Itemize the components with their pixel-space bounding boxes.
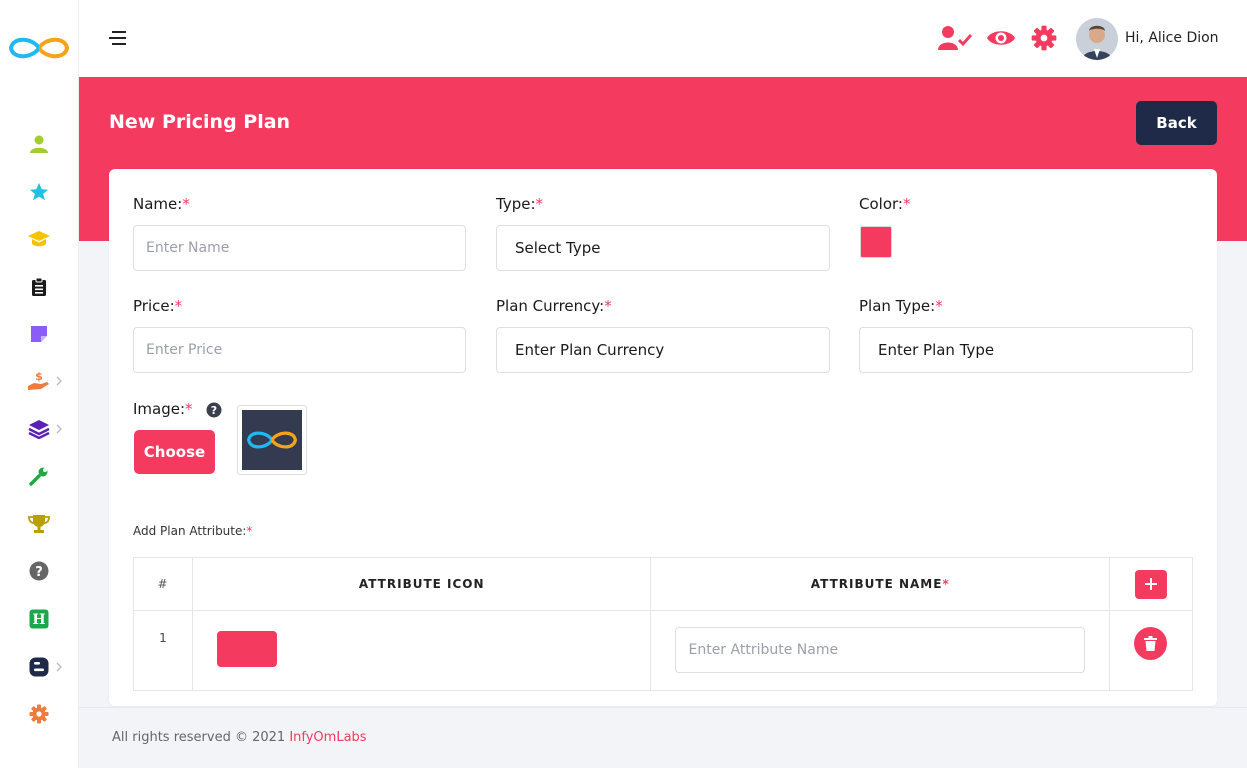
user-icon (30, 135, 48, 153)
choose-image-button[interactable]: Choose (134, 430, 215, 474)
plan-attributes-table: # ATTRIBUTE ICON ATTRIBUTE NAME* 1 (133, 557, 1193, 691)
footer-company-link[interactable]: InfyOmLabs (289, 730, 366, 745)
help-icon[interactable]: ? (206, 402, 222, 418)
chevron-right-icon (56, 662, 62, 672)
table-header-row: # ATTRIBUTE ICON ATTRIBUTE NAME* (133, 557, 1193, 611)
avatar[interactable] (1076, 18, 1118, 60)
trophy-icon (28, 515, 50, 533)
sidebar-item-faq[interactable]: ? (26, 558, 52, 584)
row-actions-cell (1109, 610, 1193, 691)
column-header-actions (1109, 557, 1193, 611)
sticky-note-icon (31, 326, 47, 342)
svg-text:H: H (32, 612, 45, 628)
plan-type-label: Plan Type:* (859, 297, 943, 315)
infinity-logo-icon (246, 431, 298, 449)
row-index-cell: 1 (133, 610, 193, 691)
svg-text:$: $ (35, 370, 43, 383)
top-header: Hi, Alice Dion (79, 0, 1247, 77)
layers-icon (28, 420, 50, 439)
graduation-cap-icon (28, 231, 50, 247)
chevron-right-icon (56, 424, 62, 434)
column-header-attribute-name: ATTRIBUTE NAME* (650, 557, 1111, 611)
page-title: New Pricing Plan (109, 111, 291, 133)
sidebar-item-clipboard[interactable] (26, 274, 52, 300)
gear-icon[interactable] (1027, 23, 1061, 53)
star-icon (29, 182, 49, 201)
svg-text:?: ? (35, 565, 43, 580)
image-label: Image:* (133, 400, 193, 418)
column-header-attribute-icon: ATTRIBUTE ICON (191, 557, 652, 611)
footer-copyright: All rights reserved © 2021 InfyOmLabs (112, 730, 367, 745)
plan-attributes-title: Add Plan Attribute:* (133, 524, 253, 538)
back-button[interactable]: Back (1136, 101, 1217, 145)
row-index: 1 (159, 631, 167, 645)
attribute-icon-picker[interactable] (216, 631, 277, 667)
attribute-name-input[interactable] (675, 627, 1086, 673)
price-input[interactable] (133, 327, 466, 373)
sidebar-item-hospital[interactable]: H (26, 606, 52, 632)
app-logo[interactable] (7, 30, 71, 66)
menu-toggle-icon[interactable] (108, 29, 128, 47)
sidebar-item-plans[interactable] (26, 416, 52, 442)
sidebar-item-tools[interactable] (26, 463, 52, 489)
sidebar-item-featured[interactable] (26, 179, 52, 205)
type-select[interactable]: Select Type (496, 225, 830, 271)
sidebar-item-payments[interactable]: $ (26, 368, 52, 394)
h-square-icon: H (29, 609, 49, 629)
user-greeting[interactable]: Hi, Alice Dion (1125, 30, 1219, 46)
type-select-value: Select Type (515, 239, 601, 257)
chevron-right-icon (56, 376, 62, 386)
plus-icon (1145, 578, 1158, 590)
price-label: Price:* (133, 297, 183, 315)
type-label: Type:* (496, 195, 544, 213)
attribute-icon-cell (191, 610, 652, 691)
plan-currency-select[interactable]: Enter Plan Currency (496, 327, 830, 373)
name-label: Name:* (133, 195, 190, 213)
question-circle-icon: ? (29, 561, 49, 581)
pricing-plan-form-card: Name:* Type:* Select Type Color:* Price:… (109, 169, 1217, 706)
image-preview (237, 405, 307, 475)
greeting-prefix: Hi, (1125, 30, 1144, 46)
color-picker-swatch[interactable] (860, 226, 892, 258)
sidebar: $ ? H (0, 0, 79, 768)
plan-currency-label: Plan Currency:* (496, 297, 612, 315)
sidebar-item-users[interactable] (26, 131, 52, 157)
cog-icon (29, 704, 49, 724)
user-check-icon[interactable] (938, 23, 972, 53)
plan-type-select[interactable]: Enter Plan Type (859, 327, 1193, 373)
sidebar-item-achievements[interactable] (26, 511, 52, 537)
sidebar-item-blog[interactable] (26, 654, 52, 680)
footer: All rights reserved © 2021 InfyOmLabs (79, 707, 1247, 768)
attribute-name-cell (650, 610, 1111, 691)
blogger-icon (29, 657, 49, 677)
table-row: 1 (133, 610, 1193, 691)
sidebar-item-education[interactable] (26, 226, 52, 252)
sidebar-item-settings[interactable] (26, 701, 52, 727)
column-header-index: # (133, 557, 193, 611)
clipboard-icon (32, 277, 46, 296)
user-name: Alice Dion (1148, 30, 1219, 46)
add-attribute-button[interactable] (1135, 569, 1168, 599)
svg-text:?: ? (211, 404, 217, 417)
copyright-text: All rights reserved © 2021 (112, 730, 286, 745)
sidebar-item-notes[interactable] (26, 321, 52, 347)
color-label: Color:* (859, 195, 911, 213)
wrench-icon (29, 467, 48, 486)
plan-currency-value: Enter Plan Currency (515, 341, 665, 359)
delete-attribute-button[interactable] (1134, 627, 1168, 660)
trash-icon (1144, 636, 1158, 651)
name-input[interactable] (133, 225, 466, 271)
plan-type-value: Enter Plan Type (878, 341, 995, 359)
hand-dollar-icon: $ (28, 370, 49, 390)
eye-icon[interactable] (984, 23, 1018, 53)
